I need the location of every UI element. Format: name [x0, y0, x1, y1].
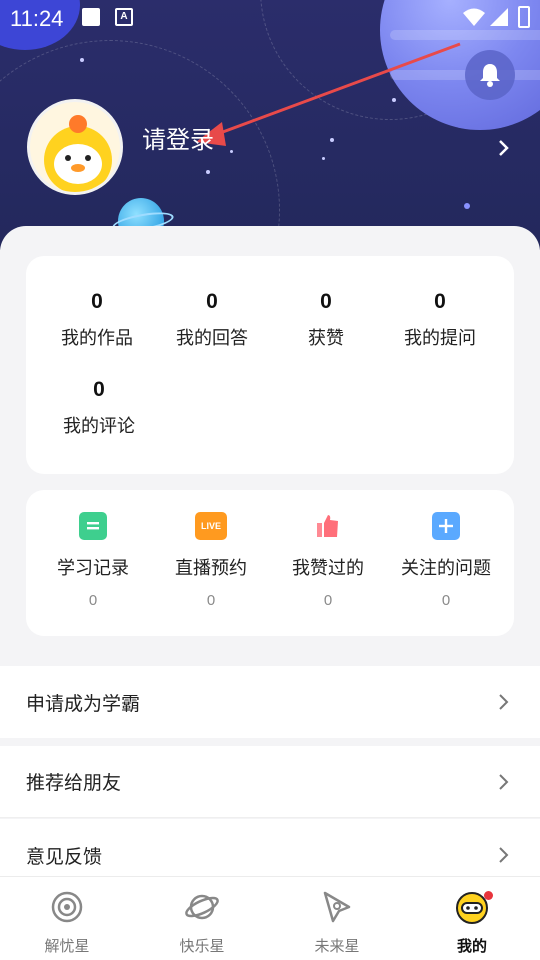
shortcut-label: 学习记录 [57, 558, 129, 579]
bell-icon [480, 64, 500, 87]
menu-label: 意见反馈 [26, 845, 103, 868]
shortcut-live-reservation[interactable]: LIVE 直播预约 0 [150, 512, 272, 609]
shortcut-study-record[interactable]: 学习记录 0 [32, 512, 154, 609]
stat-value: 0 [434, 290, 446, 313]
star-decoration [230, 150, 233, 153]
shortcut-label: 关注的问题 [401, 558, 491, 579]
image-icon [82, 8, 100, 26]
shortcut-liked[interactable]: 我赞过的 0 [267, 512, 389, 609]
stat-comments[interactable]: 0 我的评论 [38, 378, 160, 438]
planet-spiral-icon [51, 891, 83, 923]
star-decoration [330, 138, 334, 142]
star-decoration [392, 98, 396, 102]
thumbs-up-icon [314, 512, 342, 540]
tab-label: 快乐星 [179, 937, 225, 955]
stat-label: 我的作品 [61, 328, 133, 349]
login-prompt[interactable]: 请登录 [142, 120, 214, 155]
avatar[interactable] [27, 99, 123, 195]
chevron-right-icon [499, 847, 509, 863]
notification-button[interactable] [465, 50, 515, 100]
star-decoration [206, 170, 210, 174]
tab-weilaixing[interactable]: 未来星 [287, 889, 387, 956]
stat-value: 0 [93, 378, 105, 401]
chevron-right-icon [499, 773, 509, 790]
menu-recommend-friends[interactable]: 推荐给朋友 [0, 746, 540, 818]
stat-questions[interactable]: 0 我的提问 [379, 290, 501, 350]
stat-works[interactable]: 0 我的作品 [36, 290, 158, 350]
stat-label: 我的提问 [404, 328, 476, 349]
chevron-right-icon[interactable] [496, 136, 512, 160]
bottom-tab-bar: 解忧星 快乐星 未来星 我的 [0, 876, 540, 960]
stat-label: 获赞 [308, 328, 344, 349]
status-bar: 11:24 A [0, 0, 540, 36]
study-record-icon [79, 512, 107, 540]
plus-icon [432, 512, 460, 540]
menu-label: 推荐给朋友 [26, 772, 122, 794]
stats-card: 0 我的作品 0 我的回答 0 获赞 0 我的提问 0 我的评论 [26, 256, 514, 474]
stat-label: 我的回答 [176, 328, 248, 349]
stat-value: 0 [91, 290, 103, 313]
battery-icon [518, 6, 530, 28]
shortcut-count: 0 [88, 592, 98, 609]
shortcut-count: 0 [323, 592, 333, 609]
tab-kuailexing[interactable]: 快乐星 [152, 889, 252, 956]
notification-dot [484, 891, 493, 900]
tab-label: 我的 [456, 937, 487, 955]
live-text: LIVE [200, 521, 221, 531]
tab-mine[interactable]: 我的 [422, 889, 522, 956]
stat-label: 我的评论 [63, 416, 135, 437]
star-decoration [322, 157, 325, 160]
rocket-icon [323, 891, 351, 923]
shortcuts-card: 学习记录 0 LIVE 直播预约 0 我赞过的 0 关注的问题 0 [26, 490, 514, 636]
shortcut-label: 我赞过的 [292, 558, 364, 579]
tab-jieyouxing[interactable]: 解忧星 [17, 889, 117, 956]
shortcut-count: 0 [206, 592, 216, 609]
menu-apply-top-student[interactable]: 申请成为学霸 [0, 666, 540, 738]
status-time: 11:24 [10, 6, 64, 31]
stat-value: 0 [320, 290, 332, 313]
shortcut-label: 直播预约 [175, 558, 247, 579]
tab-label: 未来星 [314, 937, 360, 955]
tab-label: 解忧星 [44, 937, 90, 955]
menu-label: 申请成为学霸 [26, 692, 141, 715]
wifi-icon [463, 8, 485, 26]
stat-likes[interactable]: 0 获赞 [265, 290, 387, 350]
signal-icon [490, 8, 508, 26]
live-reservation-icon: LIVE [195, 512, 227, 540]
shortcut-count: 0 [441, 592, 451, 609]
shortcut-followed-questions[interactable]: 关注的问题 0 [385, 512, 507, 609]
stat-answers[interactable]: 0 我的回答 [151, 290, 273, 350]
planet-ring-icon [185, 894, 219, 920]
stat-value: 0 [206, 290, 218, 313]
star-decoration [80, 58, 84, 62]
font-badge-icon: A [115, 8, 133, 26]
chevron-right-icon [499, 694, 509, 710]
star-decoration [464, 203, 470, 209]
